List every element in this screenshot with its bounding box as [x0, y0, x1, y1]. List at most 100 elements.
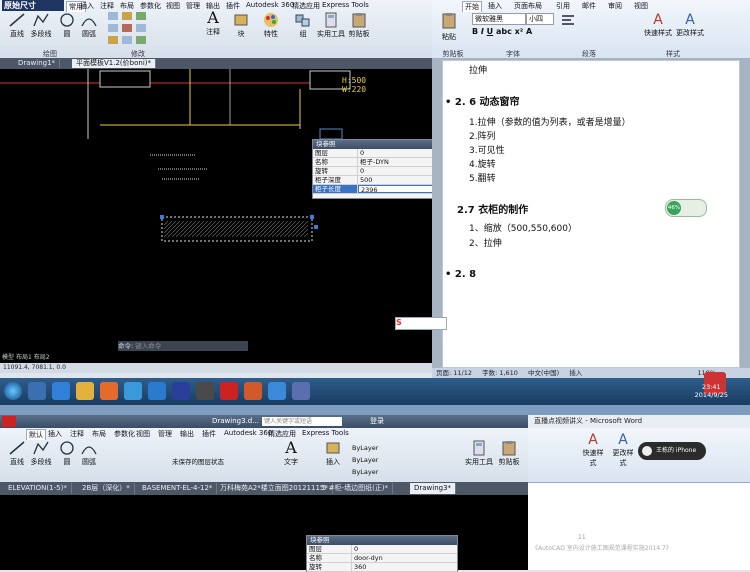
property-row[interactable]: 柜子深度 500: [313, 176, 432, 185]
ribbon2-tab-0[interactable]: 默认: [26, 429, 46, 440]
ribbon2-tab-7[interactable]: 输出: [180, 429, 194, 439]
property-value[interactable]: 2396: [358, 185, 432, 194]
ribbon2-tab-1[interactable]: 插入: [48, 429, 62, 439]
cad2-drawing-area[interactable]: 块参照 图层 0 名称 door-dyn 旋转 360: [0, 495, 528, 572]
ribbon-tab-10[interactable]: 精选应用: [292, 1, 320, 11]
font-size-select[interactable]: 小四: [526, 13, 554, 25]
annotate-tool[interactable]: A 注释: [198, 10, 228, 37]
folder-icon[interactable]: [76, 382, 94, 400]
tab-layout1[interactable]: 布局1: [16, 354, 32, 361]
network-icon[interactable]: [268, 382, 286, 400]
property-row[interactable]: 柜子长度 2396: [313, 185, 432, 194]
command-line[interactable]: 命令: 键入命令: [118, 341, 248, 351]
tab-layout2[interactable]: 布局2: [34, 354, 50, 361]
arc-tool-2[interactable]: 圆弧: [74, 440, 104, 467]
word-tab-4[interactable]: 邮件: [582, 1, 596, 11]
property-row[interactable]: 名称 door-dyn: [307, 554, 457, 563]
ribbon-tab-3[interactable]: 布局: [120, 1, 134, 11]
ribbon2-tab-11[interactable]: Express Tools: [302, 429, 349, 437]
bylayer-lineweight[interactable]: ByLayer: [352, 466, 428, 478]
word-tab-5[interactable]: 审阅: [608, 1, 622, 11]
ie-icon[interactable]: [52, 382, 70, 400]
cad-drawing-area[interactable]: H:500 W:220 块参照 图层 0 名称 柜子-DYN 旋转 0 柜子深度 500 柜子长…: [0, 69, 432, 363]
iphone-notification[interactable]: 王栋的 iPhone: [638, 442, 706, 460]
word-tab-0[interactable]: 开始: [462, 1, 482, 12]
properties-tool[interactable]: 特性: [256, 12, 286, 39]
autocad-icon[interactable]: [220, 382, 238, 400]
doc2-tab-4[interactable]: 5 #柜-墙边图纸(正)*: [318, 483, 394, 494]
property-row[interactable]: 旋转 0: [313, 167, 432, 176]
paste-button[interactable]: 粘贴: [438, 12, 460, 42]
property-value[interactable]: door-dyn: [352, 554, 457, 562]
text-tool[interactable]: A 文字: [276, 440, 306, 467]
doc2-tab-0[interactable]: ELEVATION(1-5)*: [4, 483, 72, 494]
property-row[interactable]: 图层 0: [307, 545, 457, 554]
ribbon-tab-8[interactable]: 插件: [226, 1, 240, 11]
ribbon-tab-5[interactable]: 视图: [166, 1, 180, 11]
ribbon-tab-2[interactable]: 注释: [100, 1, 114, 11]
word-icon[interactable]: [172, 382, 190, 400]
property-value[interactable]: 0: [352, 545, 457, 553]
command-input[interactable]: 键入命令: [135, 342, 161, 350]
ribbon2-tab-9[interactable]: Autodesk 360: [224, 429, 272, 437]
property-value[interactable]: 0: [358, 149, 432, 157]
word-tab-6[interactable]: 视图: [634, 1, 648, 11]
app-icon[interactable]: [196, 382, 214, 400]
clipboard-tool[interactable]: 剪贴板: [344, 12, 374, 39]
arc-tool[interactable]: 圆弧: [74, 12, 104, 39]
system-clock[interactable]: 23:41 2014/9/25: [695, 383, 728, 399]
change-styles-button[interactable]: A 更改样式: [676, 12, 704, 38]
ribbon2-tab-6[interactable]: 管理: [158, 429, 172, 439]
ribbon-tab-1[interactable]: 插入: [80, 1, 94, 11]
bylayer-controls[interactable]: ByLayer ByLayer ByLayer: [352, 442, 428, 478]
explorer-icon[interactable]: [28, 382, 46, 400]
word2-page[interactable]: 11 《AutoCAD 室内设计施工图规范课程实施2014.7》: [528, 532, 750, 552]
start-icon[interactable]: [4, 382, 22, 400]
utilities-tool-2[interactable]: 实用工具: [464, 440, 494, 467]
doc2-tab-5[interactable]: Drawing3*: [410, 483, 457, 494]
ribbon2-tab-8[interactable]: 插件: [202, 429, 216, 439]
bylayer-color[interactable]: ByLayer: [352, 442, 428, 454]
utilities-tool[interactable]: 实用工具: [316, 12, 346, 39]
block-tool[interactable]: 块: [226, 12, 256, 39]
quick-styles-button-2[interactable]: A 快速样式: [580, 432, 606, 468]
doc2-tab-1[interactable]: 2B层（深化）*: [78, 483, 135, 494]
ribbon-tab-4[interactable]: 参数化: [140, 1, 161, 11]
property-row[interactable]: 图层 0: [313, 149, 432, 158]
doc-tab-template[interactable]: 平面模板V1.2(价boni)*: [72, 59, 156, 68]
ribbon2-tab-2[interactable]: 注释: [70, 429, 84, 439]
clipboard-tool-2[interactable]: 剪贴板: [494, 440, 524, 467]
doc-tab-drawing1[interactable]: Drawing1*: [14, 59, 61, 68]
ime-toolbar[interactable]: S: [395, 317, 447, 330]
property-value[interactable]: 0: [358, 167, 432, 175]
word-tab-1[interactable]: 插入: [488, 1, 502, 11]
property-row[interactable]: 旋转 360: [307, 563, 457, 572]
format-buttons[interactable]: B I U abc x² A: [472, 27, 532, 36]
ribbon2-tab-4[interactable]: 参数化: [114, 429, 135, 439]
word-document-page[interactable]: 拉伸 • 2. 6 动态窗帘 1.拉伸（参数的值为列表，或者是增量） 2.阵列 3.可见…: [395, 60, 740, 368]
paragraph-buttons[interactable]: [562, 13, 622, 37]
ribbon-tab-9[interactable]: Autodesk 360: [246, 1, 294, 9]
doc2-tab-2[interactable]: BASEMENT-EL-4-12*: [138, 483, 218, 494]
recorder-icon[interactable]: [244, 382, 262, 400]
login-button[interactable]: 登录: [370, 415, 384, 428]
word-tab-2[interactable]: 页面布局: [514, 1, 542, 11]
font-name-select[interactable]: 微软雅黑: [472, 13, 526, 25]
property-value[interactable]: 柜子-DYN: [358, 158, 432, 166]
insert-tool[interactable]: 插入: [318, 440, 348, 467]
tab-model[interactable]: 模型: [2, 354, 14, 361]
ribbon-tab-11[interactable]: Express Tools: [322, 1, 369, 9]
network-widget[interactable]: 46%: [665, 199, 707, 217]
screen-icon[interactable]: [292, 382, 310, 400]
quick-styles-button[interactable]: A 快速样式: [644, 12, 672, 38]
word-tab-3[interactable]: 引用: [556, 1, 570, 11]
property-row[interactable]: 名称 柜子-DYN: [313, 158, 432, 167]
layer-state[interactable]: 未保存的图层状态: [172, 456, 224, 466]
media-icon[interactable]: [100, 382, 118, 400]
group-tool[interactable]: 组: [288, 12, 318, 39]
ribbon2-tab-3[interactable]: 布局: [92, 429, 106, 439]
change-styles-button-2[interactable]: A 更改样式: [610, 432, 636, 468]
search-input[interactable]: 键入关键字或短语: [262, 417, 342, 426]
qq-icon[interactable]: [148, 382, 166, 400]
bylayer-linetype[interactable]: ByLayer: [352, 454, 428, 466]
